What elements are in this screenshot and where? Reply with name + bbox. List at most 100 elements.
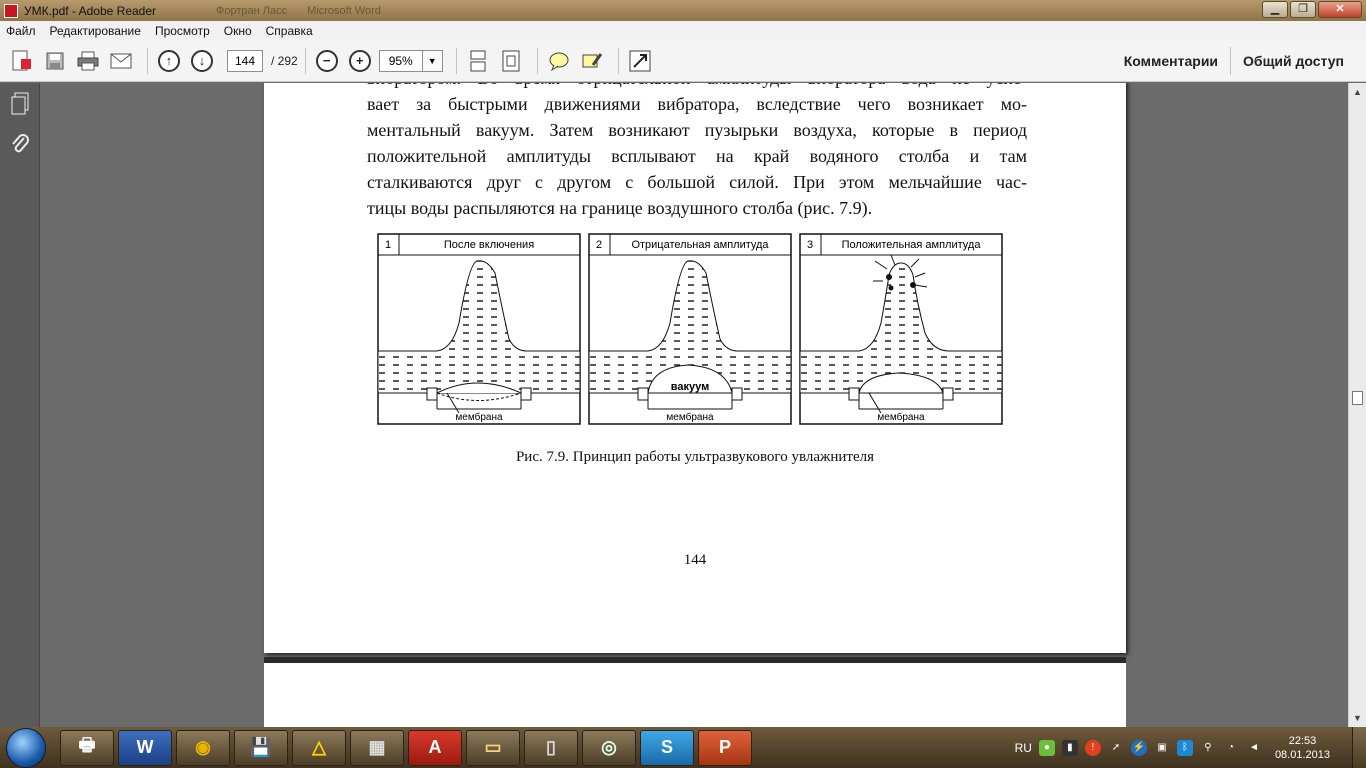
text-line: вает за быстрыми движениями вибратора, в… bbox=[367, 94, 1027, 114]
comment-icon[interactable] bbox=[545, 47, 573, 75]
page-thumbnails-icon[interactable] bbox=[7, 91, 33, 117]
scroll-up-icon[interactable]: ▲ bbox=[1349, 83, 1366, 101]
tray-drive-icon[interactable]: ▮ bbox=[1061, 739, 1078, 756]
text-line: вибратором. Во время отрицательной ампли… bbox=[367, 83, 1027, 91]
text-line: положительной амплитуды всплывают на кра… bbox=[367, 146, 1027, 166]
figure-panel-2: 2 Отрицательная амплитуда вакуум мембран… bbox=[588, 233, 792, 425]
taskbar-printer-icon[interactable]: 🖶 bbox=[60, 729, 114, 766]
tray-bluetooth-icon[interactable]: ᛒ bbox=[1176, 739, 1193, 756]
tray-network-icon[interactable]: ▣ bbox=[1154, 740, 1170, 756]
background-window-title: Microsoft Word bbox=[307, 4, 381, 17]
vertical-scrollbar[interactable]: ▲ ▼ bbox=[1348, 83, 1366, 727]
menu-view[interactable]: Просмотр bbox=[155, 24, 210, 38]
taskbar-phone-icon[interactable]: ▯ bbox=[524, 729, 578, 766]
taskbar-chrome-icon[interactable]: ◉ bbox=[176, 729, 230, 766]
attachments-icon[interactable] bbox=[7, 131, 33, 157]
tray-volume-icon[interactable]: ◄ bbox=[1246, 740, 1262, 756]
figure-caption: Рис. 7.9. Принцип работы ультразвукового… bbox=[515, 449, 875, 465]
clock-time: 22:53 bbox=[1288, 734, 1317, 747]
menu-help[interactable]: Справка bbox=[266, 24, 313, 38]
figure-panel-3: 3 Положительная амплитуда мембрана bbox=[799, 233, 1003, 425]
tray-arrow-icon[interactable]: ➚ bbox=[1108, 740, 1124, 756]
show-desktop-button[interactable] bbox=[1352, 727, 1366, 768]
toolbar-separator bbox=[617, 47, 619, 74]
taskbar-folder-icon[interactable]: ▭ bbox=[466, 729, 520, 766]
taskbar-save-icon[interactable]: 💾 bbox=[234, 729, 288, 766]
taskbar-app-triangle-icon[interactable]: △ bbox=[292, 729, 346, 766]
print-icon[interactable] bbox=[74, 47, 102, 75]
panel-number: 1 bbox=[385, 239, 391, 251]
window-title: УМК.pdf - Adobe Reader bbox=[24, 3, 157, 18]
highlight-icon[interactable] bbox=[578, 47, 606, 75]
text-line: сталкиваются друг с другом с большой сил… bbox=[367, 172, 1027, 192]
toolbar-separator bbox=[147, 47, 148, 74]
next-pdf-page bbox=[264, 657, 1126, 727]
clock-date: 08.01.2013 bbox=[1274, 748, 1330, 761]
minimize-button[interactable]: ▁ bbox=[1262, 1, 1288, 18]
menu-edit[interactable]: Редактирование bbox=[50, 24, 141, 38]
zoom-input[interactable]: 95% bbox=[378, 49, 423, 72]
comments-link[interactable]: Комментарии bbox=[1112, 53, 1230, 69]
menu-bar: Файл Редактирование Просмотр Окно Справк… bbox=[0, 21, 1366, 40]
panel-title: Отрицательная амплитуда bbox=[631, 239, 769, 251]
clock[interactable]: 22:53 08.01.2013 bbox=[1275, 734, 1330, 762]
email-icon[interactable] bbox=[107, 47, 135, 75]
figure-ultrasonic-humidifier: 1 После включения мембрана 2 Отрицательн… bbox=[377, 233, 1005, 430]
navigation-pane bbox=[0, 83, 40, 727]
taskbar-powerpoint-icon[interactable]: P bbox=[698, 729, 752, 766]
taskbar-word-icon[interactable]: W bbox=[118, 729, 172, 766]
page-number: 144 bbox=[683, 552, 707, 568]
membrane-label: мембрана bbox=[877, 411, 925, 423]
fullscreen-icon[interactable] bbox=[626, 47, 654, 75]
taskbar-adobe-reader-icon[interactable]: A bbox=[408, 729, 462, 766]
menu-window[interactable]: Окно bbox=[224, 24, 252, 38]
language-indicator[interactable]: RU bbox=[1015, 741, 1032, 755]
menu-file[interactable]: Файл bbox=[6, 24, 36, 38]
pdf-page: вибратором. Во время отрицательной ампли… bbox=[264, 83, 1126, 653]
zoom-out-icon[interactable]: − bbox=[313, 47, 341, 75]
toolbar: ↑ ↓ 144 / 292 − + 95% ▼ Комментарии Общи… bbox=[0, 40, 1366, 82]
taskbar-calculator-icon[interactable]: ▦ bbox=[350, 729, 404, 766]
start-button-icon[interactable] bbox=[6, 727, 46, 768]
membrane-label: мембрана bbox=[666, 411, 714, 423]
scroll-down-icon[interactable]: ▼ bbox=[1349, 709, 1366, 727]
panel-number: 3 bbox=[807, 239, 813, 251]
zoom-in-icon[interactable]: + bbox=[346, 47, 374, 75]
panel-title: После включения bbox=[444, 239, 534, 251]
scrollbar-thumb[interactable] bbox=[1352, 391, 1363, 405]
share-link[interactable]: Общий доступ bbox=[1231, 53, 1356, 69]
panel-number: 2 bbox=[596, 239, 602, 251]
membrane-label: мембрана bbox=[455, 411, 503, 423]
tray-leaf-icon[interactable]: ● bbox=[1038, 739, 1055, 756]
fit-page-icon[interactable] bbox=[497, 47, 525, 75]
page-total: / 292 bbox=[271, 53, 298, 68]
scroll-mode-icon[interactable] bbox=[464, 47, 492, 75]
page-body-text: вибратором. Во время отрицательной ампли… bbox=[367, 83, 1027, 221]
figure-panel-1: 1 После включения мембрана bbox=[377, 233, 581, 425]
next-page-icon[interactable]: ↓ bbox=[188, 47, 216, 75]
tray-usb-icon[interactable]: ⚲ bbox=[1200, 740, 1216, 756]
tray-update-icon[interactable]: ⚡ bbox=[1130, 739, 1147, 756]
toolbar-separator bbox=[304, 47, 306, 74]
zoom-dropdown-icon[interactable]: ▼ bbox=[422, 49, 443, 72]
title-bar: УМК.pdf - Adobe Reader Фортран Ласс Micr… bbox=[0, 0, 1366, 21]
background-window-title: Фортран Ласс bbox=[216, 4, 288, 17]
page-number-input[interactable]: 144 bbox=[227, 49, 263, 72]
taskbar-skype-icon[interactable]: S bbox=[640, 729, 694, 766]
toolbar-separator bbox=[536, 47, 538, 74]
create-pdf-icon[interactable] bbox=[8, 47, 36, 75]
maximize-button[interactable]: ❐ bbox=[1290, 1, 1316, 18]
previous-page-icon[interactable]: ↑ bbox=[155, 47, 183, 75]
document-area: вибратором. Во время отрицательной ампли… bbox=[41, 83, 1348, 727]
vacuum-label: вакуум bbox=[671, 381, 709, 393]
taskbar: 🖶 W ◉ 💾 △ ▦ A ▭ ▯ ◎ S P RU ● ▮ ! ➚ ⚡ ▣ ᛒ… bbox=[0, 727, 1366, 768]
toolbar-separator bbox=[455, 47, 457, 74]
save-icon[interactable] bbox=[41, 47, 69, 75]
text-line: тицы воды распыляются на границе воздушн… bbox=[367, 198, 873, 218]
taskbar-disc-icon[interactable]: ◎ bbox=[582, 729, 636, 766]
tray-wifi-icon[interactable]: ◔ bbox=[1223, 740, 1239, 756]
tray-alert-icon[interactable]: ! bbox=[1084, 739, 1101, 756]
system-tray: RU ● ▮ ! ➚ ⚡ ▣ ᛒ ⚲ ◔ ◄ 22:53 08.01.2013 bbox=[1015, 727, 1330, 768]
text-line: ментальный вакуум. Затем возникают пузыр… bbox=[367, 120, 1027, 140]
close-button[interactable]: ✕ bbox=[1318, 1, 1362, 18]
